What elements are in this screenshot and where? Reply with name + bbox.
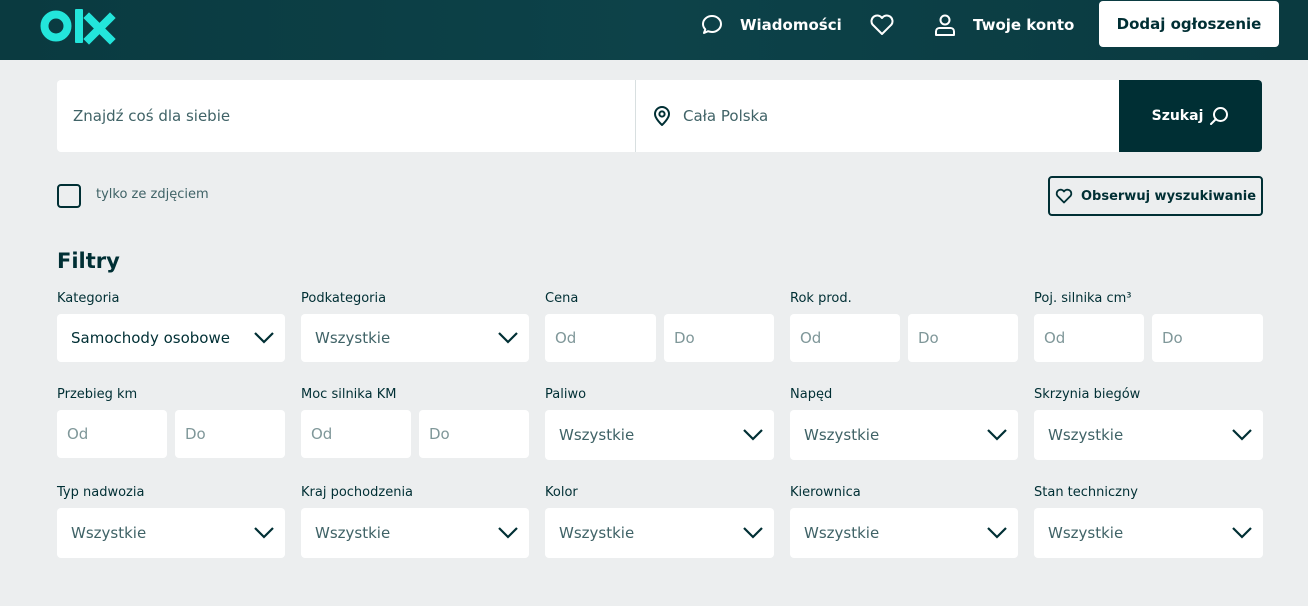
chevron-down-icon [743, 527, 763, 539]
condition-select[interactable]: Wszystkie [1034, 508, 1263, 558]
subcategory-select[interactable]: Wszystkie [301, 314, 529, 362]
gearbox-value: Wszystkie [1048, 426, 1124, 444]
mileage-label: Przebieg km [57, 387, 138, 402]
message-icon [702, 15, 722, 34]
account-label: Twoje konto [973, 16, 1075, 34]
chevron-down-icon [498, 332, 518, 344]
search-button[interactable]: Szukaj [1119, 80, 1262, 152]
subcategory-value: Wszystkie [315, 329, 391, 347]
search-icon [1210, 107, 1229, 125]
add-ad-button[interactable]: Dodaj ogłoszenie [1099, 1, 1279, 47]
engine-power-label: Moc silnika KM [301, 387, 397, 402]
engine-capacity-from-input[interactable] [1034, 314, 1144, 362]
drive-select[interactable]: Wszystkie [790, 410, 1018, 460]
observe-search-button[interactable]: Obserwuj wyszukiwanie [1048, 176, 1263, 216]
year-to-input[interactable] [908, 314, 1018, 362]
year-from-input[interactable] [790, 314, 900, 362]
chevron-down-icon [1232, 527, 1252, 539]
chevron-down-icon [987, 527, 1007, 539]
photo-only-checkbox[interactable] [57, 184, 81, 208]
top-header: Wiadomości Twoje konto Dodaj ogłoszenie [0, 0, 1308, 60]
origin-country-label: Kraj pochodzenia [301, 485, 414, 500]
user-icon [935, 14, 955, 36]
mileage-to-input[interactable] [175, 410, 285, 458]
engine-capacity-to-input[interactable] [1152, 314, 1263, 362]
search-button-label: Szukaj [1151, 108, 1204, 124]
olx-logo[interactable] [40, 5, 116, 47]
heart-icon [1055, 188, 1073, 204]
fuel-value: Wszystkie [559, 426, 635, 444]
gearbox-select[interactable]: Wszystkie [1034, 410, 1263, 460]
category-value: Samochody osobowe [71, 329, 230, 347]
steering-value: Wszystkie [804, 524, 880, 542]
photo-only-label: tylko ze zdjęciem [96, 187, 209, 202]
engine-capacity-label: Poj. silnika cm³ [1034, 291, 1132, 306]
mileage-from-input[interactable] [57, 410, 167, 458]
chevron-down-icon [254, 527, 274, 539]
location-input[interactable] [675, 80, 1115, 152]
price-to-input[interactable] [664, 314, 774, 362]
search-bar: Szukaj [57, 80, 1262, 152]
chevron-down-icon [1232, 429, 1252, 441]
category-select[interactable]: Samochody osobowe [57, 314, 285, 362]
engine-power-from-input[interactable] [301, 410, 411, 458]
condition-label: Stan techniczny [1034, 485, 1138, 500]
origin-country-select[interactable]: Wszystkie [301, 508, 529, 558]
category-label: Kategoria [57, 291, 120, 306]
search-divider [635, 80, 636, 152]
fuel-select[interactable]: Wszystkie [545, 410, 774, 460]
steering-label: Kierownica [790, 485, 861, 500]
price-label: Cena [545, 291, 579, 306]
chevron-down-icon [498, 527, 518, 539]
body-type-value: Wszystkie [71, 524, 147, 542]
drive-label: Napęd [790, 387, 833, 402]
search-input[interactable] [57, 80, 635, 152]
messages-label: Wiadomości [740, 16, 842, 34]
body-type-label: Typ nadwozia [57, 485, 145, 500]
favorites-link[interactable] [869, 0, 911, 50]
condition-value: Wszystkie [1048, 524, 1124, 542]
fuel-label: Paliwo [545, 387, 587, 402]
engine-power-to-input[interactable] [419, 410, 529, 458]
drive-value: Wszystkie [804, 426, 880, 444]
messages-link[interactable]: Wiadomości [700, 0, 842, 50]
location-pin-icon [654, 106, 670, 126]
observe-search-label: Obserwuj wyszukiwanie [1080, 188, 1257, 204]
chevron-down-icon [743, 429, 763, 441]
color-select[interactable]: Wszystkie [545, 508, 774, 558]
gearbox-label: Skrzynia biegów [1034, 387, 1141, 402]
filters-title: Filtry [57, 249, 120, 273]
chevron-down-icon [987, 429, 1007, 441]
color-label: Kolor [545, 485, 578, 500]
year-label: Rok prod. [790, 291, 852, 306]
origin-country-value: Wszystkie [315, 524, 391, 542]
chevron-down-icon [254, 332, 274, 344]
heart-icon [870, 14, 894, 35]
color-value: Wszystkie [559, 524, 635, 542]
subcategory-label: Podkategoria [301, 291, 387, 306]
steering-select[interactable]: Wszystkie [790, 508, 1018, 558]
account-link[interactable]: Twoje konto [933, 0, 1074, 50]
body-type-select[interactable]: Wszystkie [57, 508, 285, 558]
price-from-input[interactable] [545, 314, 656, 362]
